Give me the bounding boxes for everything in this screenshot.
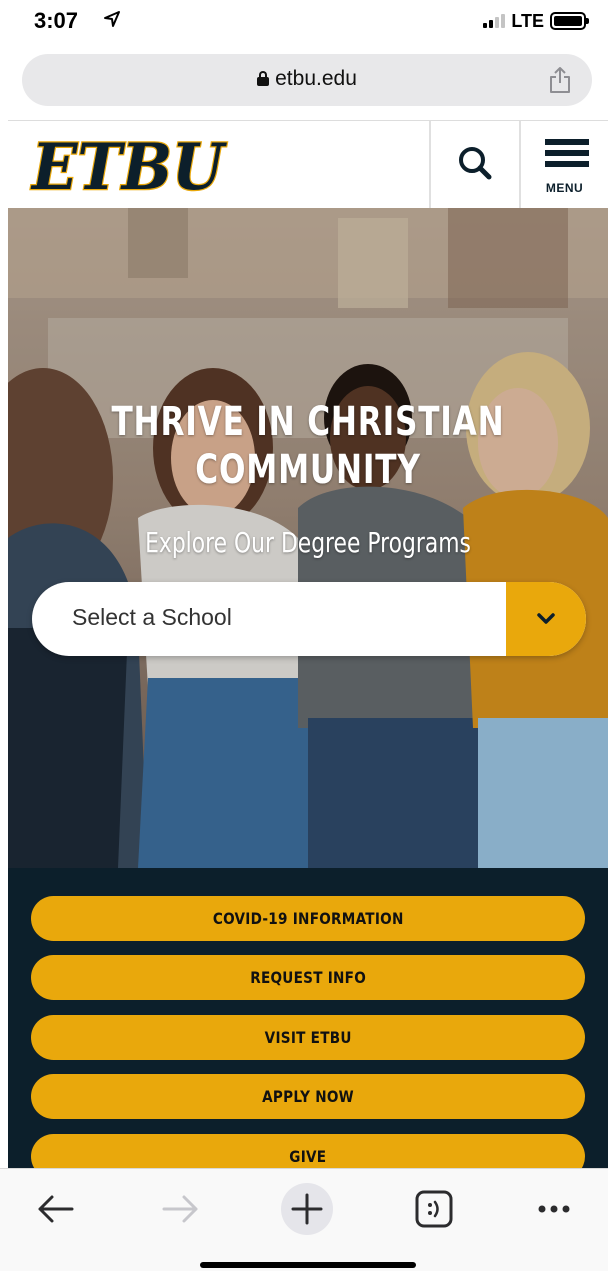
apply-now-button[interactable]: APPLY NOW [31,1074,585,1119]
chevron-down-icon [537,613,555,624]
site-header: ETBU MENU [8,120,608,209]
lock-icon [257,71,270,86]
etbu-logo[interactable]: ETBU [26,131,232,199]
browser-toolbar [0,1168,608,1271]
location-arrow-icon [104,11,120,27]
give-button[interactable]: GIVE [31,1134,585,1168]
home-indicator [200,1262,416,1268]
status-time: 3:07 [34,8,79,33]
new-tab-plus-icon[interactable] [279,1181,335,1237]
hamburger-icon [545,139,589,172]
visit-etbu-button[interactable]: VISIT ETBU [31,1015,585,1060]
search-button[interactable] [429,121,519,209]
hero-subheading: Explore Our Degree Programs [145,526,471,559]
search-icon [459,147,492,180]
hero-banner: THRIVE IN CHRISTIAN COMMUNITY Explore Ou… [8,208,608,868]
school-select-toggle[interactable] [506,582,586,656]
address-bar[interactable]: etbu.edu [22,54,592,106]
school-select-value: Select a School [72,604,232,630]
covid-info-button[interactable]: COVID-19 INFORMATION [31,896,585,941]
share-icon[interactable] [548,66,572,94]
school-select[interactable]: Select a School [32,582,586,656]
menu-button[interactable]: MENU [519,121,608,209]
status-bar: 3:07 LTE [0,0,608,50]
more-options-icon[interactable] [526,1181,582,1237]
network-type: LTE [511,10,544,31]
url-text: etbu.edu [275,67,357,90]
quick-links-panel: COVID-19 INFORMATION REQUEST INFO VISIT … [8,868,608,1168]
battery-icon [550,12,589,30]
signal-strength-icon [483,14,506,28]
forward-arrow-icon[interactable] [152,1181,208,1237]
request-info-button[interactable]: REQUEST INFO [31,955,585,1000]
back-arrow-icon[interactable] [28,1181,84,1237]
tabs-icon[interactable] [406,1181,462,1237]
menu-label: MENU [545,181,584,195]
hero-headline: THRIVE IN CHRISTIAN COMMUNITY [111,399,505,493]
logo-text: ETBU [30,131,228,199]
